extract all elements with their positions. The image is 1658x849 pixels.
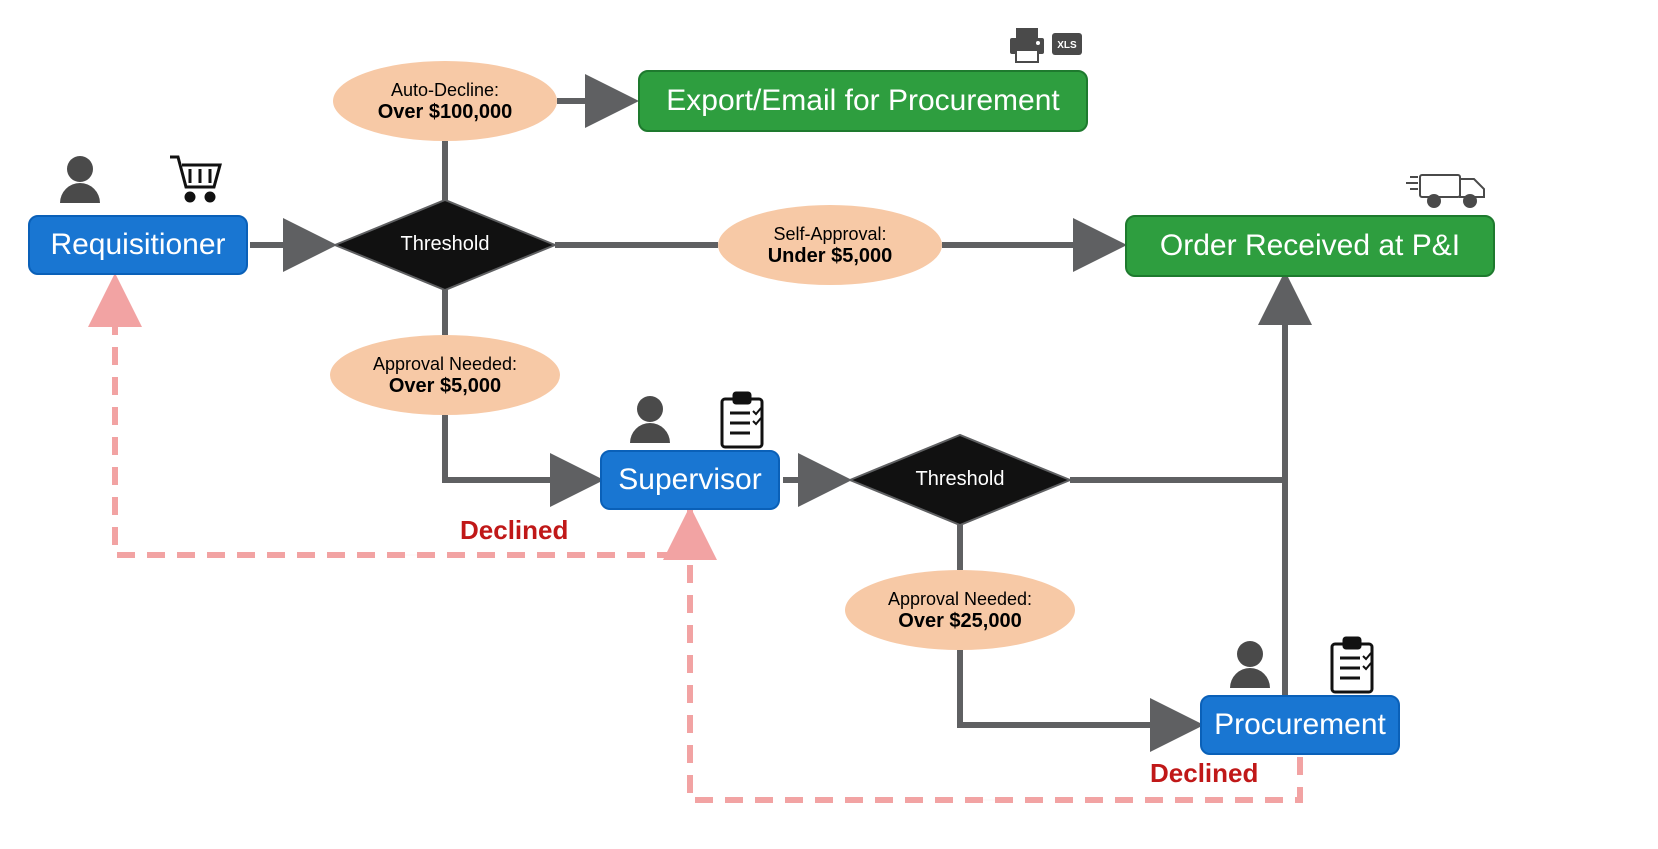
cond-value: Under $5,000 [730, 245, 930, 268]
role-requisitioner: Requisitioner [28, 215, 248, 275]
declined-supervisor-path [115, 282, 690, 555]
cond-value: Over $5,000 [345, 375, 545, 398]
terminal-label: Order Received at P&I [1160, 229, 1460, 263]
cond-value: Over $25,000 [860, 610, 1060, 633]
clipboard-icon [722, 393, 762, 447]
cond-label: Approval Needed: [860, 589, 1060, 610]
cart-icon [170, 157, 220, 201]
terminal-label: Export/Email for Procurement [666, 84, 1059, 118]
clipboard-icon [1332, 638, 1372, 692]
role-label: Requisitioner [50, 228, 225, 262]
user-icon [60, 156, 100, 203]
terminal-received: Order Received at P&I [1125, 215, 1495, 277]
role-label: Supervisor [618, 463, 761, 497]
decision-label-2: Threshold [910, 468, 1010, 491]
cond-value: Over $100,000 [345, 101, 545, 124]
cond-self-approval-text: Self-Approval: Under $5,000 [730, 224, 930, 268]
user-icon [630, 396, 670, 443]
declined-label-supervisor: Declined [460, 515, 568, 546]
xls-icon: XLS [1052, 33, 1082, 55]
user-icon [1230, 641, 1270, 688]
arrow-threshold2-to-received [1070, 280, 1285, 480]
cond-approval-5k-text: Approval Needed: Over $5,000 [345, 354, 545, 398]
printer-icon [1010, 28, 1044, 62]
cond-label: Auto-Decline: [345, 80, 545, 101]
role-label: Procurement [1214, 708, 1386, 742]
cond-label: Approval Needed: [345, 354, 545, 375]
cond-label: Self-Approval: [730, 224, 930, 245]
arrow-approval25k-to-procurement [960, 650, 1195, 725]
truck-icon [1406, 175, 1484, 207]
role-procurement: Procurement [1200, 695, 1400, 755]
cond-auto-decline-text: Auto-Decline: Over $100,000 [345, 80, 545, 124]
svg-text:XLS: XLS [1057, 40, 1077, 51]
decision-label-1: Threshold [395, 233, 495, 256]
cond-approval-25k-text: Approval Needed: Over $25,000 [860, 589, 1060, 633]
terminal-export: Export/Email for Procurement [638, 70, 1088, 132]
declined-label-procurement: Declined [1150, 758, 1258, 789]
arrow-approval5k-to-supervisor [445, 415, 595, 480]
role-supervisor: Supervisor [600, 450, 780, 510]
